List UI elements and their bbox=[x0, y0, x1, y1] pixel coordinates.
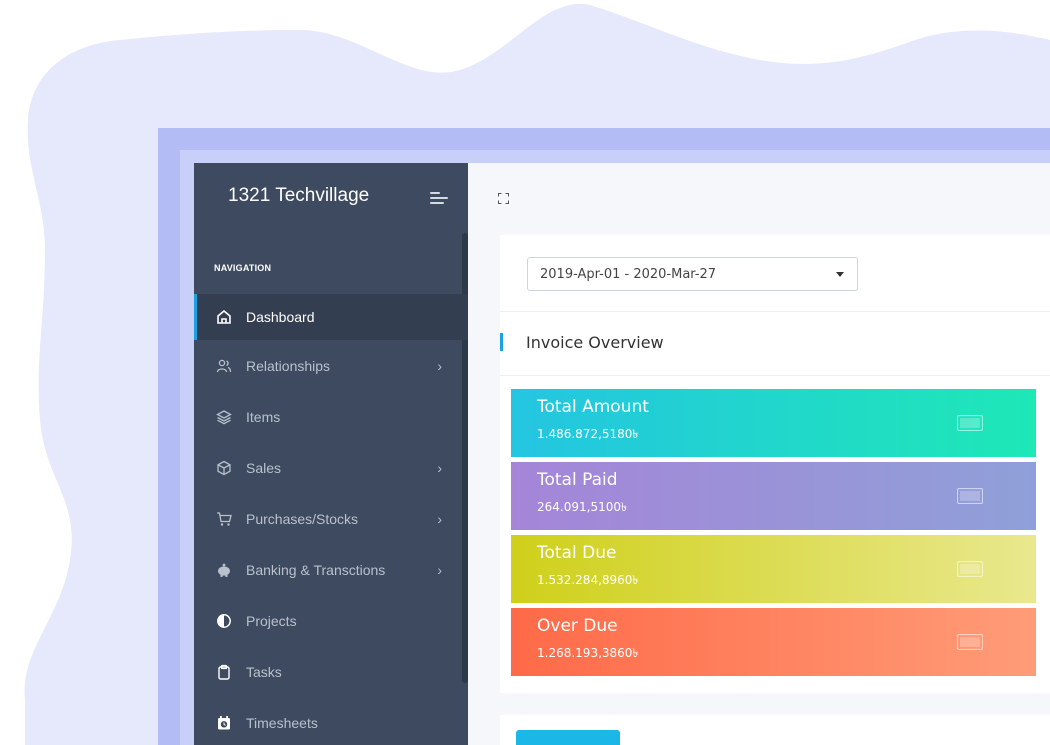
nav-list: Dashboard Relationships › Items Sales › … bbox=[194, 294, 468, 745]
sidebar-item-relationships[interactable]: Relationships › bbox=[194, 340, 468, 391]
card-value: 264.091,5100৳ bbox=[537, 500, 627, 514]
card-label: Total Due bbox=[537, 543, 617, 563]
card-label: Over Due bbox=[537, 616, 618, 636]
money-bill-icon bbox=[957, 415, 983, 431]
over-due-card: Over Due 1.268.193,3860৳ bbox=[511, 608, 1036, 676]
users-icon bbox=[216, 358, 232, 374]
card-label: Total Paid bbox=[537, 470, 618, 490]
caret-down-icon bbox=[836, 272, 844, 277]
date-range-select[interactable]: 2019-Apr-01 - 2020-Mar-27 bbox=[527, 257, 858, 291]
calendar-clock-icon bbox=[216, 715, 232, 731]
sidebar-item-label: Purchases/Stocks bbox=[246, 510, 359, 527]
sidebar-item-label: Dashboard bbox=[246, 309, 315, 325]
card-value: 1.486.872,5180৳ bbox=[537, 427, 639, 441]
sidebar-item-label: Projects bbox=[246, 612, 297, 629]
chevron-right-icon: › bbox=[437, 357, 442, 374]
screenshot-stage: 1321 Techvillage NAVIGATION Dashboard Re… bbox=[0, 0, 1050, 745]
brand-name: 1321 Techvillage bbox=[228, 185, 370, 206]
panel-gap bbox=[500, 693, 1050, 715]
total-due-card: Total Due 1.532.284,8960৳ bbox=[511, 535, 1036, 603]
sidebar-item-sales[interactable]: Sales › bbox=[194, 442, 468, 493]
cart-icon bbox=[216, 511, 232, 527]
sidebar-item-timesheets[interactable]: Timesheets bbox=[194, 697, 468, 745]
sidebar-item-label: Relationships bbox=[246, 357, 331, 374]
sidebar-item-label: Tasks bbox=[246, 663, 282, 680]
sidebar-item-dashboard[interactable]: Dashboard bbox=[194, 294, 468, 340]
money-bill-icon bbox=[957, 561, 983, 577]
half-circle-icon bbox=[216, 613, 232, 629]
piggy-bank-icon bbox=[216, 562, 232, 578]
divider bbox=[500, 375, 1050, 376]
card-label: Total Amount bbox=[537, 397, 649, 417]
sidebar: 1321 Techvillage NAVIGATION Dashboard Re… bbox=[194, 163, 468, 745]
sidebar-item-label: Timesheets bbox=[246, 714, 318, 731]
layers-icon bbox=[216, 409, 232, 425]
bottom-action-button[interactable] bbox=[516, 730, 620, 745]
sidebar-item-projects[interactable]: Projects bbox=[194, 595, 468, 646]
card-value: 1.268.193,3860৳ bbox=[537, 646, 639, 660]
sidebar-item-tasks[interactable]: Tasks bbox=[194, 646, 468, 697]
section-title: Invoice Overview bbox=[526, 333, 664, 352]
nav-heading: NAVIGATION bbox=[214, 263, 272, 273]
date-range-value: 2019-Apr-01 - 2020-Mar-27 bbox=[540, 266, 717, 282]
money-bill-icon bbox=[957, 634, 983, 650]
card-value: 1.532.284,8960৳ bbox=[537, 573, 639, 587]
sidebar-item-label: Banking & Transctions bbox=[246, 561, 386, 578]
menu-toggle-icon[interactable] bbox=[430, 192, 448, 204]
money-bill-icon bbox=[957, 488, 983, 504]
chevron-right-icon: › bbox=[437, 510, 442, 527]
main-panel-area: 2019-Apr-01 - 2020-Mar-27 Invoice Overvi… bbox=[468, 163, 1050, 745]
section-accent-bar bbox=[500, 333, 503, 351]
sidebar-item-label: Items bbox=[246, 408, 281, 425]
clipboard-icon bbox=[216, 664, 232, 680]
sidebar-item-items[interactable]: Items bbox=[194, 391, 468, 442]
divider bbox=[500, 311, 1050, 312]
chevron-right-icon: › bbox=[437, 561, 442, 578]
total-amount-card: Total Amount 1.486.872,5180৳ bbox=[511, 389, 1036, 457]
box-icon bbox=[216, 460, 232, 476]
sidebar-item-banking-transactions[interactable]: Banking & Transctions › bbox=[194, 544, 468, 595]
sidebar-item-purchases-stocks[interactable]: Purchases/Stocks › bbox=[194, 493, 468, 544]
total-paid-card: Total Paid 264.091,5100৳ bbox=[511, 462, 1036, 530]
chevron-right-icon: › bbox=[437, 459, 442, 476]
home-icon bbox=[216, 309, 232, 325]
sidebar-item-label: Sales bbox=[246, 459, 282, 476]
